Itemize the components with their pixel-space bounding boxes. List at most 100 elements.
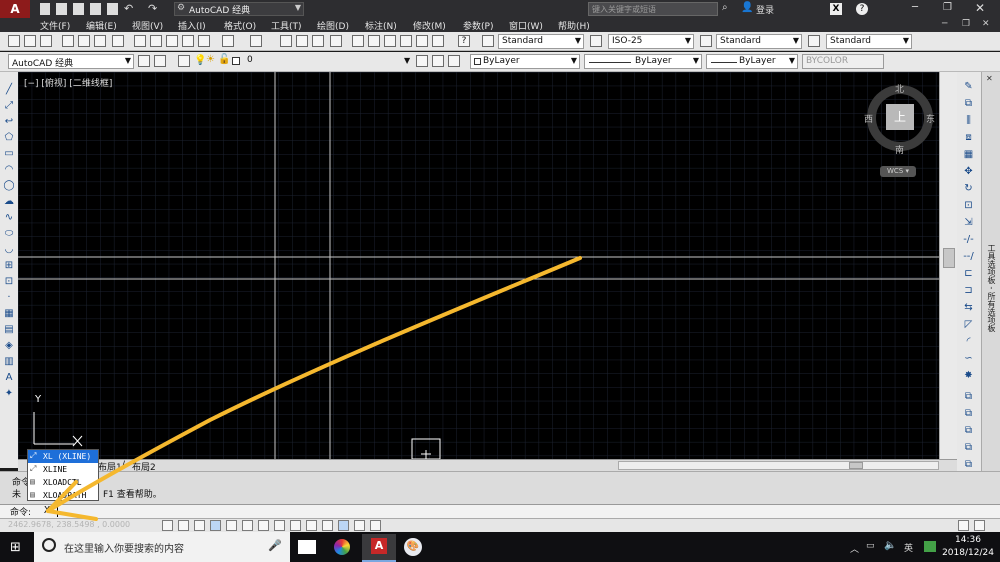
bring-above-icon[interactable]: ⧉ (962, 441, 975, 454)
transparency-icon[interactable] (338, 520, 349, 531)
copy-icon[interactable] (150, 35, 162, 47)
redo-tool-icon[interactable] (250, 35, 262, 47)
paint-app-icon[interactable]: 🎨 (404, 538, 422, 556)
matchprop-icon[interactable] (182, 35, 194, 47)
autocomplete-item[interactable]: ▤ XLOADPATH (28, 489, 98, 502)
offset-icon[interactable]: ⧈ (962, 131, 975, 144)
mtext-icon[interactable]: A (3, 372, 15, 384)
snap-mode-icon[interactable] (178, 520, 189, 531)
quick-properties-icon[interactable] (354, 520, 365, 531)
layer-state-icon[interactable] (448, 55, 460, 67)
doc-minimize-button[interactable]: ─ (942, 19, 947, 29)
layer-properties-icon[interactable] (178, 55, 190, 67)
viewcube-west[interactable]: 西 (864, 112, 873, 125)
help-tool-icon[interactable]: ? (458, 35, 470, 47)
autocomplete-item-selected[interactable]: ⤢ XL (XLINE) (28, 450, 98, 463)
markup-icon[interactable] (416, 35, 428, 47)
paste-icon[interactable] (166, 35, 178, 47)
blend-icon[interactable]: ∽ (962, 352, 975, 365)
viewport-label[interactable]: [−] [俯视] [二维线框] (24, 76, 112, 89)
coordinates-readout[interactable]: 2462.9678, 238.5498 , 0.0000 (8, 520, 130, 529)
layer-dropdown[interactable]: 0 (244, 54, 412, 69)
polar-tracking-icon[interactable] (226, 520, 237, 531)
open-icon[interactable] (56, 3, 67, 15)
autocad-logo[interactable]: A (0, 0, 30, 18)
close-button[interactable]: ✕ (975, 1, 985, 15)
scale-icon[interactable]: ⊡ (962, 199, 975, 212)
menu-view[interactable]: 视图(V) (132, 19, 163, 32)
zoom-realtime-icon[interactable] (296, 35, 308, 47)
undo-tool-icon[interactable] (222, 35, 234, 47)
command-input[interactable]: XL (44, 505, 56, 516)
workspace-settings-icon[interactable] (138, 55, 150, 67)
user-icon[interactable]: 👤 (741, 2, 753, 13)
publish-icon[interactable] (94, 35, 106, 47)
preview-icon[interactable] (78, 35, 90, 47)
doc-restore-button[interactable]: ❐ (962, 19, 970, 29)
movie-app-icon[interactable] (298, 540, 316, 554)
polyline-icon[interactable]: ↩ (3, 116, 15, 128)
tool-palette-strip[interactable]: ✕ 工具选项板 - 所有选项板 (981, 72, 1000, 476)
table-style-icon[interactable] (700, 35, 712, 47)
table-style-dropdown[interactable]: Standard ▼ (716, 34, 802, 49)
ortho-mode-icon[interactable] (210, 520, 221, 531)
lightbulb-icon[interactable]: 💡 (194, 55, 206, 66)
dynamic-input-icon[interactable] (306, 520, 317, 531)
close-icon[interactable]: ✕ (986, 74, 996, 84)
unlock-icon[interactable]: 🔓 (218, 54, 230, 65)
dim-style-icon[interactable] (590, 35, 602, 47)
move-icon[interactable]: ✥ (962, 165, 975, 178)
ellipse-icon[interactable]: ⬭ (3, 228, 15, 240)
array-icon[interactable]: ▦ (962, 148, 975, 161)
minimize-button[interactable]: ─ (912, 2, 918, 13)
make-current-icon[interactable] (416, 55, 428, 67)
insert-block-icon[interactable]: ⊞ (3, 260, 15, 272)
object-snap-icon[interactable] (242, 520, 253, 531)
menu-modify[interactable]: 修改(M) (413, 19, 446, 32)
menu-window[interactable]: 窗口(W) (509, 19, 543, 32)
dynamic-ucs-icon[interactable] (290, 520, 301, 531)
microphone-icon[interactable]: 🎤 (268, 539, 282, 552)
fillet-icon[interactable]: ◜ (962, 335, 975, 348)
vertical-scrollbar[interactable] (939, 72, 957, 459)
tray-app-icon[interactable] (924, 541, 936, 552)
mleader-style-dropdown[interactable]: Standard ▼ (826, 34, 912, 49)
lineweight-toggle-icon[interactable] (322, 520, 333, 531)
viewcube-north[interactable]: 北 (895, 82, 904, 95)
menu-insert[interactable]: 插入(I) (178, 19, 206, 32)
rectangle-icon[interactable]: ▭ (3, 148, 15, 160)
add-selected-icon[interactable]: ✦ (3, 388, 15, 400)
drawing-canvas[interactable]: [−] [俯视] [二维线框] Y 上 北 南 东 西 WCS ▾ (18, 72, 957, 459)
linetype-dropdown[interactable]: ByLayer ▼ (584, 54, 702, 69)
trim-icon[interactable]: -/- (962, 233, 975, 246)
text-style-icon[interactable] (482, 35, 494, 47)
workspace-dropdown[interactable]: ⚙ AutoCAD 经典 ▼ (174, 2, 304, 16)
make-block-icon[interactable]: ⊡ (3, 276, 15, 288)
color-app-icon[interactable] (334, 539, 350, 555)
zoom-previous-icon[interactable] (330, 35, 342, 47)
dim-style-dropdown[interactable]: ISO-25 ▼ (608, 34, 694, 49)
send-under-icon[interactable]: ⧉ (962, 458, 975, 471)
vertical-scroll-thumb[interactable] (943, 248, 955, 268)
circle-icon[interactable]: ◯ (3, 180, 15, 192)
sheet-set-icon[interactable] (400, 35, 412, 47)
lineweight-dropdown[interactable]: ByLayer ▼ (706, 54, 798, 69)
zoom-window-icon[interactable] (312, 35, 324, 47)
polygon-icon[interactable]: ⬠ (3, 132, 15, 144)
save-icon[interactable] (73, 3, 84, 15)
undo-icon[interactable]: ↶ (124, 2, 133, 15)
hatch-icon[interactable]: ▦ (3, 308, 15, 320)
redo-icon[interactable]: ↷ (148, 2, 157, 15)
layer-previous-icon[interactable] (432, 55, 444, 67)
grid-display-icon[interactable] (194, 520, 205, 531)
windows-start-icon[interactable]: ⊞ (10, 540, 21, 555)
line-icon[interactable]: ╱ (3, 84, 15, 96)
revcloud-icon[interactable]: ☁ (3, 196, 15, 208)
selection-cycling-icon[interactable] (370, 520, 381, 531)
properties-icon[interactable] (352, 35, 364, 47)
menu-format[interactable]: 格式(O) (224, 19, 256, 32)
search-icon[interactable]: ⌕ (722, 2, 728, 13)
region-icon[interactable]: ◈ (3, 340, 15, 352)
rotate-icon[interactable]: ↻ (962, 182, 975, 195)
saveas-icon[interactable] (90, 3, 101, 15)
